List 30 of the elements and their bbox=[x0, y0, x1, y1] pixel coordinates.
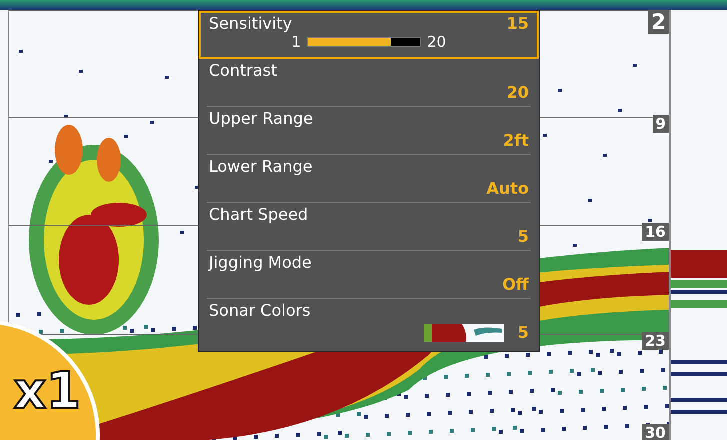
menu-item[interactable]: Jigging Mode Off bbox=[207, 251, 531, 299]
setting-value: Off bbox=[502, 275, 529, 294]
menu-item[interactable]: Contrast 20 bbox=[207, 59, 531, 107]
setting-label: Sensitivity bbox=[209, 14, 292, 33]
setting-value: 5 bbox=[518, 323, 529, 342]
depth-label: 2 bbox=[648, 10, 669, 34]
menu-item[interactable]: Sonar Colors 5 bbox=[207, 299, 531, 347]
setting-value: 15 bbox=[506, 14, 529, 33]
setting-label: Lower Range bbox=[209, 157, 313, 176]
depth-label: 9 bbox=[652, 115, 669, 133]
setting-label: Upper Range bbox=[209, 109, 314, 128]
setting-label: Contrast bbox=[209, 61, 278, 80]
setting-label: Chart Speed bbox=[209, 205, 308, 224]
setting-value: 2ft bbox=[503, 131, 529, 150]
menu-item[interactable]: Upper Range 2ft bbox=[207, 107, 531, 155]
menu-item[interactable]: Sensitivity 15 1 20 bbox=[199, 11, 539, 59]
depth-label: 23 bbox=[642, 332, 669, 350]
depth-label: 16 bbox=[642, 223, 669, 241]
menu-item[interactable]: Chart Speed 5 bbox=[207, 203, 531, 251]
zoom-level: x1 bbox=[14, 362, 82, 420]
menu-item[interactable]: Lower Range Auto bbox=[207, 155, 531, 203]
setting-value: 5 bbox=[518, 227, 529, 246]
setting-value: 20 bbox=[506, 83, 529, 102]
setting-value: Auto bbox=[486, 179, 529, 198]
slider-min-label: 1 bbox=[292, 33, 302, 51]
sensitivity-slider[interactable] bbox=[307, 37, 422, 47]
slider-max-label: 20 bbox=[427, 33, 446, 51]
depth-label: 30 bbox=[642, 424, 669, 440]
setting-label: Sonar Colors bbox=[209, 301, 311, 320]
setting-label: Jigging Mode bbox=[209, 253, 312, 272]
